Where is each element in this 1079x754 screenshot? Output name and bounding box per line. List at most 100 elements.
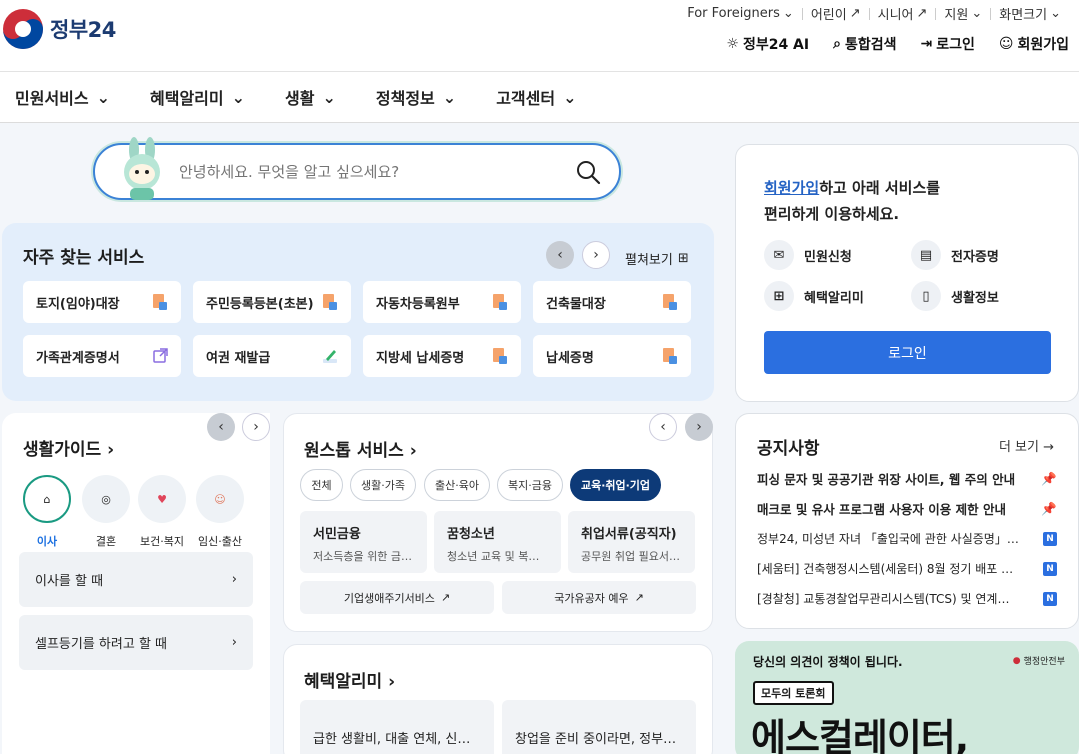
pin-icon: 📌: [1041, 500, 1057, 516]
frequent-services: 자주 찾는 서비스 ‹ › 펼쳐보기 ⊞ 토지(임야)대장 주민등록등본(초본) …: [2, 223, 714, 401]
guide-cat-marriage[interactable]: ◎ 결혼: [82, 475, 130, 549]
guide-cat-moving[interactable]: ⌂ 이사: [23, 475, 71, 549]
onestop-service: 원스톱 서비스 › 전체 생활·가족 출산·육아 복지·금융 교육·취업·기업 …: [283, 413, 713, 632]
banner-headline: 당신의 의견이 정책이 됩니다.: [753, 655, 903, 669]
service-card[interactable]: 지방세 납세증명: [363, 335, 521, 377]
service-card[interactable]: 자동차등록원부: [363, 281, 521, 323]
mascot-rabbit-icon: [124, 137, 160, 200]
notice-item[interactable]: 정부24, 미성년 자녀 「출입국에 관한 사실증명」… N: [757, 530, 1057, 547]
util-kids[interactable]: 어린이 ↗: [803, 4, 869, 23]
house-icon: ⌂: [23, 475, 71, 523]
more-link[interactable]: 더 보기 →: [999, 436, 1054, 455]
rings-icon: ◎: [82, 475, 130, 523]
nav-customer-center[interactable]: 고객센터 ⌄: [496, 85, 576, 109]
quick-benefit[interactable]: ⊞ 혜택알리미: [764, 281, 864, 311]
chip-birth[interactable]: 출산·육아: [424, 469, 490, 501]
guide-cat-health[interactable]: ♥ 보건·복지: [138, 475, 186, 549]
document-icon: [663, 348, 677, 364]
service-card[interactable]: 여권 재발급: [193, 335, 351, 377]
benefit-card[interactable]: 급한 생활비, 대출 연체, 신용…: [300, 700, 494, 754]
page: 정부24 For Foreigners ⌄ 어린이 ↗ 시니어 ↗ 지원 ⌄ 화면크기 ⌄…: [0, 0, 1079, 754]
guide-next-button[interactable]: ›: [242, 413, 270, 441]
onestop-prev-button[interactable]: ‹: [649, 413, 677, 441]
util-senior[interactable]: 시니어 ↗: [870, 4, 936, 23]
chevron-down-icon: ⌄: [231, 87, 246, 107]
chevron-right-icon: ›: [231, 635, 237, 650]
chevron-down-icon: ⌄: [971, 6, 983, 21]
notice-item[interactable]: [경찰청] 교통경찰업무관리시스템(TCS) 및 연계… N: [757, 590, 1057, 607]
guide-row[interactable]: 이사를 할 때 ›: [19, 552, 253, 607]
notice-pinned[interactable]: 매크로 및 유사 프로그램 사용자 이용 제한 안내 📌: [757, 499, 1057, 518]
onestop-card[interactable]: 취업서류(공직자) 공무원 취업 필요서류…: [568, 511, 695, 573]
guide-cat-pregnancy[interactable]: ☺ 임신·출산: [196, 475, 244, 549]
search-link[interactable]: ⌕ 통합검색: [833, 34, 896, 54]
chip-all[interactable]: 전체: [300, 469, 343, 501]
document-icon: [153, 294, 167, 310]
chevron-right-icon: ›: [107, 440, 115, 460]
login-message: 회원가입하고 아래 서비스를 편리하게 이용하세요.: [764, 179, 941, 223]
quick-civil-apply[interactable]: ✉ 민원신청: [764, 240, 852, 270]
search-icon[interactable]: [575, 159, 601, 185]
search-input[interactable]: [179, 162, 559, 181]
nav-civil-service[interactable]: 민원서비스 ⌄: [15, 85, 110, 109]
utility-links: For Foreigners ⌄ 어린이 ↗ 시니어 ↗ 지원 ⌄ 화면크기 ⌄: [679, 4, 1069, 23]
id-card-icon: ▤: [911, 240, 941, 270]
document-icon: [663, 294, 677, 310]
life-guide-title[interactable]: 생활가이드 ›: [23, 435, 114, 460]
quick-e-cert[interactable]: ▤ 전자증명: [911, 240, 999, 270]
chevron-right-icon: ›: [388, 672, 396, 692]
chevron-down-icon: ⌄: [782, 6, 794, 21]
login-button[interactable]: 로그인: [764, 331, 1051, 374]
expand-button[interactable]: 펼쳐보기 ⊞: [625, 249, 689, 268]
new-badge: N: [1043, 531, 1057, 546]
banner-tag: 모두의 토론회: [753, 681, 834, 705]
quick-life-info[interactable]: ▯ 생활정보: [911, 281, 999, 311]
util-support[interactable]: 지원 ⌄: [936, 4, 990, 23]
onestop-title[interactable]: 원스톱 서비스 ›: [304, 436, 417, 461]
signup-link[interactable]: ☺ 회원가입: [999, 34, 1069, 54]
service-card[interactable]: 토지(임야)대장: [23, 281, 181, 323]
guide-row[interactable]: 셀프등기를 하려고 할 때 ›: [19, 615, 253, 670]
onestop-link[interactable]: 국가유공자 예우 ↗: [502, 581, 696, 614]
chip-education[interactable]: 교육·취업·기업: [570, 469, 661, 501]
login-panel: 회원가입하고 아래 서비스를 편리하게 이용하세요. ✉ 민원신청 ▤ 전자증명 ⊞…: [735, 144, 1079, 402]
chevron-right-icon: ›: [593, 247, 599, 263]
chevron-left-icon: ‹: [557, 247, 563, 263]
signup-inline-link[interactable]: 회원가입: [764, 179, 819, 197]
service-card[interactable]: 건축물대장: [533, 281, 691, 323]
util-screen-size[interactable]: 화면크기 ⌄: [991, 4, 1069, 23]
next-button[interactable]: ›: [582, 241, 610, 269]
promo-banner[interactable]: 당신의 의견이 정책이 됩니다. ● 행정안전부 모두의 토론회 에스컬레이터,: [735, 641, 1079, 754]
envelope-icon: ✉: [764, 240, 794, 270]
notice-item[interactable]: [세움터] 건축행정시스템(세움터) 8월 정기 배포 … N: [757, 560, 1057, 577]
chip-welfare[interactable]: 복지·금융: [497, 469, 563, 501]
nav-life[interactable]: 생활 ⌄: [285, 85, 336, 109]
onestop-link[interactable]: 기업생애주기서비스 ↗: [300, 581, 494, 614]
user-plus-icon: ☺: [998, 36, 1014, 52]
nav-benefit[interactable]: 혜택알리미 ⌄: [150, 85, 245, 109]
service-card[interactable]: 가족관계증명서: [23, 335, 181, 377]
login-link[interactable]: ⇥ 로그인: [920, 34, 974, 54]
benefit-title[interactable]: 혜택알리미 ›: [304, 667, 395, 692]
onestop-next-button[interactable]: ›: [685, 413, 713, 441]
util-foreigners[interactable]: For Foreigners ⌄: [679, 6, 802, 21]
nav-policy[interactable]: 정책정보 ⌄: [376, 85, 456, 109]
notice-pinned[interactable]: 피싱 문자 및 공공기관 위장 사이트, 웹 주의 안내 📌: [757, 469, 1057, 488]
prev-button[interactable]: ‹: [546, 241, 574, 269]
service-card[interactable]: 주민등록등본(초본): [193, 281, 351, 323]
benefit-card[interactable]: 창업을 준비 중이라면, 정부…: [502, 700, 696, 754]
chevron-down-icon: ⌄: [322, 87, 336, 107]
banner-big-text: 에스컬레이터,: [751, 716, 969, 754]
onestop-card[interactable]: 꿈청소년 청소년 교육 및 복지 …: [434, 511, 561, 573]
notice-panel: 공지사항 더 보기 → 피싱 문자 및 공공기관 위장 사이트, 웹 주의 안내…: [735, 413, 1079, 629]
onestop-card[interactable]: 서민금융 저소득층을 위한 금융…: [300, 511, 427, 573]
ai-button[interactable]: ☼ 정부24 AI: [726, 34, 809, 54]
chip-life-family[interactable]: 생활·가족: [350, 469, 416, 501]
logo[interactable]: 정부24: [2, 8, 116, 50]
taegeuk-small-icon: ●: [1012, 655, 1021, 666]
logo-text: 정부24: [50, 18, 116, 42]
guide-prev-button[interactable]: ‹: [207, 413, 235, 441]
notice-title: 공지사항: [757, 439, 820, 459]
service-card[interactable]: 납세증명: [533, 335, 691, 377]
header: 정부24 For Foreigners ⌄ 어린이 ↗ 시니어 ↗ 지원 ⌄ 화면크기 ⌄…: [0, 0, 1079, 72]
